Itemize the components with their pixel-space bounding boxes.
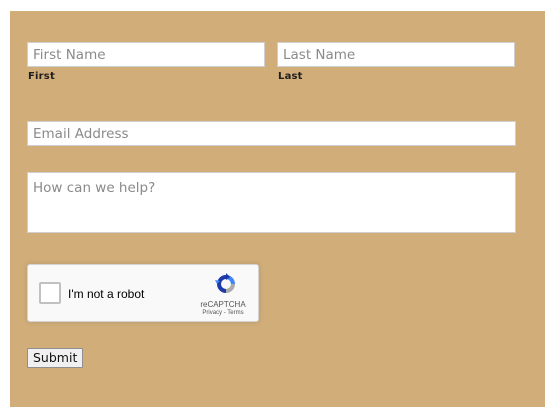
recaptcha-widget: I'm not a robot reCAPTCHA Privacy - Term… [27,264,259,322]
submit-button[interactable]: Submit [27,348,84,368]
first-name-sublabel: First [28,71,55,82]
recaptcha-brand-text: reCAPTCHA [200,300,246,309]
message-textarea[interactable] [27,172,516,233]
recaptcha-logo-icon [215,273,235,293]
recaptcha-label: I'm not a robot [68,287,145,301]
last-name-sublabel: Last [278,71,303,82]
recaptcha-terms-link[interactable]: Terms [227,310,243,316]
first-name-input[interactable] [27,42,265,67]
recaptcha-checkbox[interactable] [39,282,61,304]
recaptcha-privacy-link[interactable]: Privacy [202,310,222,316]
email-input[interactable] [27,121,516,146]
recaptcha-links: Privacy - Terms [190,310,256,316]
last-name-input[interactable] [277,42,515,67]
